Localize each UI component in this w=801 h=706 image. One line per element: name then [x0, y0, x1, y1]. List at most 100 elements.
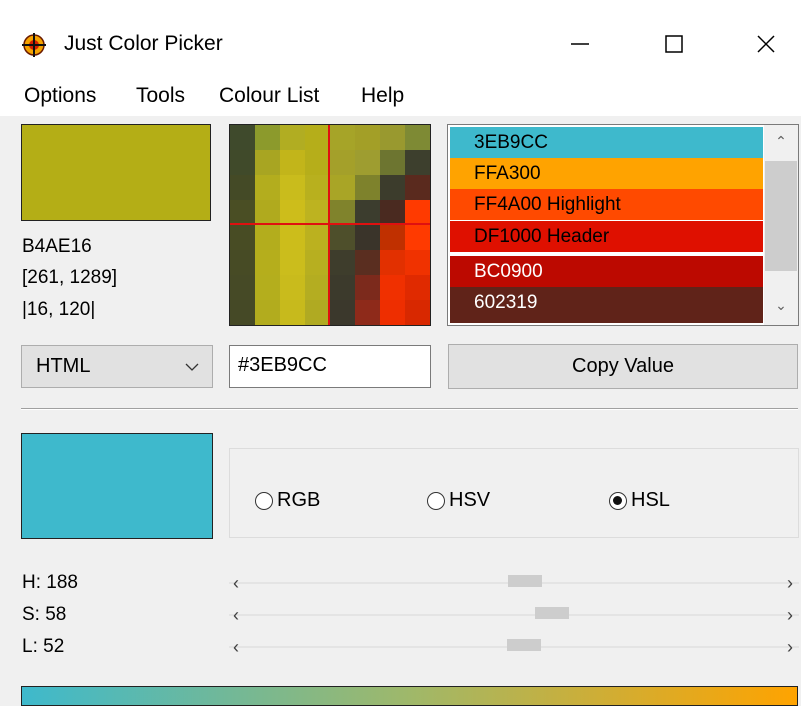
- color-value-input[interactable]: #3EB9CC: [229, 345, 431, 388]
- magnifier-pixel: [355, 275, 380, 300]
- scroll-up-icon[interactable]: ⌃: [764, 133, 798, 150]
- magnifier-pixel: [355, 225, 380, 250]
- magnifier-pixel: [255, 150, 280, 175]
- magnifier-pixel: [280, 200, 305, 225]
- magnifier-pixel: [355, 250, 380, 275]
- close-button[interactable]: [735, 18, 797, 70]
- radio-hsv[interactable]: HSV: [427, 489, 490, 512]
- colour-list-item-label: 3EB9CC: [474, 132, 548, 153]
- magnifier-pixel: [305, 125, 330, 150]
- magnifier-pixel: [305, 200, 330, 225]
- crosshair-target-icon: [22, 33, 46, 57]
- magnifier-pixel: [405, 300, 430, 325]
- chevron-left-icon[interactable]: ‹: [233, 604, 239, 626]
- picked-hex-value: B4AE16: [22, 236, 92, 257]
- slider-thumb[interactable]: [507, 575, 542, 587]
- magnifier-pixel: [255, 300, 280, 325]
- current-color-swatch: [21, 433, 213, 539]
- chevron-left-icon[interactable]: ‹: [233, 636, 239, 658]
- maximize-button[interactable]: [643, 18, 705, 70]
- magnifier-pixel: [305, 175, 330, 200]
- menu-tools[interactable]: Tools: [136, 84, 185, 108]
- magnifier-pixel: [255, 200, 280, 225]
- slider-track: [229, 614, 799, 616]
- magnifier-pixel: [355, 175, 380, 200]
- magnifier-pixel: [230, 300, 255, 325]
- hue-label: H: 188: [22, 572, 78, 593]
- magnifier-pixel: [230, 125, 255, 150]
- slider-thumb[interactable]: [506, 639, 541, 651]
- chevron-right-icon[interactable]: ›: [787, 604, 793, 626]
- magnifier-pixel: [380, 150, 405, 175]
- magnifier-pixel: [330, 250, 355, 275]
- magnifier-pixel: [305, 150, 330, 175]
- magnifier-pixel: [330, 225, 355, 250]
- magnifier-pixel: [305, 300, 330, 325]
- magnifier-pixel: [305, 225, 330, 250]
- magnifier-pixel: [330, 300, 355, 325]
- colour-list[interactable]: 3EB9CC FFA300 FF4A00 Highlight DF1000 He…: [447, 124, 799, 326]
- magnifier-pixel: [380, 125, 405, 150]
- lightness-slider[interactable]: ‹ ›: [229, 636, 799, 658]
- magnifier-pixel: [380, 275, 405, 300]
- colour-list-item[interactable]: 602319: [450, 287, 763, 323]
- colour-list-item[interactable]: BC0900: [450, 256, 763, 287]
- menu-options[interactable]: Options: [24, 84, 96, 108]
- copy-value-button[interactable]: Copy Value: [448, 344, 798, 389]
- saturation-label: S: 58: [22, 604, 67, 625]
- magnifier-zoom: [229, 124, 431, 326]
- magnifier-pixel: [330, 200, 355, 225]
- lightness-label: L: 52: [22, 636, 65, 657]
- radio-hsl[interactable]: HSL: [609, 489, 670, 512]
- colour-list-item-label: FFA300: [474, 163, 541, 184]
- chevron-right-icon[interactable]: ›: [787, 572, 793, 594]
- magnifier-pixel: [330, 275, 355, 300]
- radio-hsl-label: HSL: [631, 489, 670, 511]
- radio-rgb[interactable]: RGB: [255, 489, 320, 512]
- colour-list-item-label: FF4A00 Highlight: [474, 194, 621, 215]
- colour-list-item[interactable]: FF4A00 Highlight: [450, 189, 763, 220]
- chevron-down-icon: [185, 363, 199, 371]
- minimize-button[interactable]: [549, 18, 611, 70]
- saturation-slider[interactable]: ‹ ›: [229, 604, 799, 626]
- color-mode-group: RGB HSV HSL: [229, 448, 799, 538]
- colour-list-item[interactable]: DF1000 Header: [450, 221, 763, 252]
- cursor-coordinates: [261, 1289]: [22, 267, 118, 288]
- magnifier-pixel: [405, 250, 430, 275]
- magnifier-pixel: [355, 200, 380, 225]
- slider-thumb[interactable]: [535, 607, 570, 619]
- format-selected-value: HTML: [36, 355, 91, 377]
- magnifier-pixel: [230, 200, 255, 225]
- magnifier-pixel: [380, 250, 405, 275]
- magnifier-pixel: [405, 175, 430, 200]
- chevron-left-icon[interactable]: ‹: [233, 572, 239, 594]
- scroll-down-icon[interactable]: ⌄: [764, 297, 798, 314]
- picked-color-swatch: [21, 124, 211, 221]
- magnifier-pixel: [280, 225, 305, 250]
- magnifier-pixel: [380, 200, 405, 225]
- magnifier-pixel: [280, 275, 305, 300]
- colour-list-item[interactable]: 3EB9CC: [450, 127, 763, 158]
- menu-help[interactable]: Help: [361, 84, 404, 108]
- title-bar: Just Color Picker: [0, 0, 801, 76]
- magnifier-pixel: [280, 300, 305, 325]
- magnifier-pixel: [305, 250, 330, 275]
- colour-list-item-label: DF1000 Header: [474, 226, 610, 247]
- magnifier-pixel: [255, 250, 280, 275]
- magnifier-pixel: [230, 225, 255, 250]
- magnifier-pixel: [380, 300, 405, 325]
- colour-list-item[interactable]: FFA300: [450, 158, 763, 189]
- menu-bar: Options Tools Colour List Help: [0, 76, 801, 116]
- magnifier-pixel: [280, 250, 305, 275]
- magnifier-pixel: [255, 225, 280, 250]
- radio-rgb-label: RGB: [277, 489, 321, 511]
- magnifier-pixel: [405, 200, 430, 225]
- hue-slider[interactable]: ‹ ›: [229, 572, 799, 594]
- radio-rgb-circle: [255, 491, 273, 510]
- format-select[interactable]: HTML: [21, 345, 213, 388]
- chevron-right-icon[interactable]: ›: [787, 636, 793, 658]
- scrollbar-thumb[interactable]: [765, 161, 797, 271]
- separator: [21, 408, 798, 410]
- menu-colour-list[interactable]: Colour List: [219, 84, 319, 108]
- colour-list-scrollbar[interactable]: ⌃ ⌄: [764, 125, 798, 325]
